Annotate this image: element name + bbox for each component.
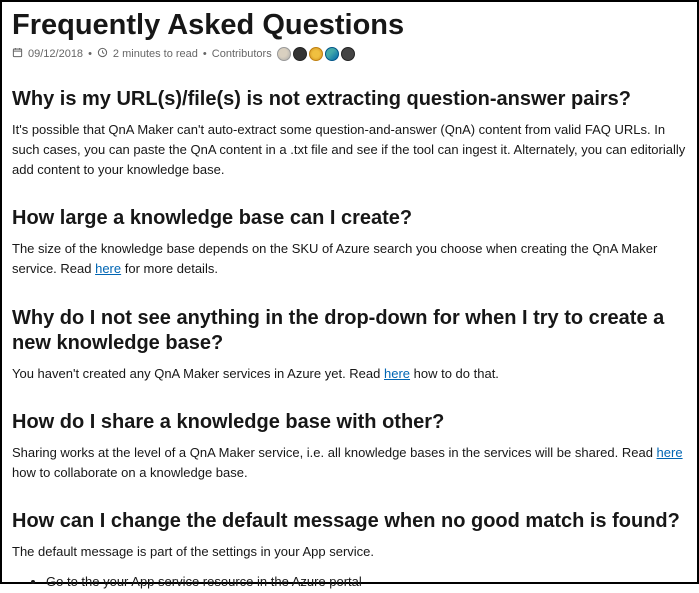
calendar-icon (12, 47, 23, 61)
faq-answer: Sharing works at the level of a QnA Make… (12, 443, 687, 483)
faq-question: Why is my URL(s)/file(s) is not extracti… (12, 87, 687, 112)
here-link[interactable]: here (95, 261, 121, 276)
avatar[interactable] (277, 47, 291, 61)
contributor-avatars (277, 47, 355, 61)
answer-text: You haven't created any QnA Maker servic… (12, 366, 384, 381)
list-item: Go to the your App service resource in t… (46, 572, 687, 593)
page-date: 09/12/2018 (28, 48, 83, 60)
separator: • (203, 48, 207, 60)
clock-icon (97, 47, 108, 61)
separator: • (88, 48, 92, 60)
avatar[interactable] (325, 47, 339, 61)
avatar[interactable] (341, 47, 355, 61)
answer-text: Sharing works at the level of a QnA Make… (12, 445, 657, 460)
faq-answer: The size of the knowledge base depends o… (12, 239, 687, 279)
faq-question: Why do I not see anything in the drop-do… (12, 306, 687, 356)
faq-answer: It's possible that QnA Maker can't auto-… (12, 120, 687, 180)
page-metadata: 09/12/2018 • 2 minutes to read • Contrib… (12, 47, 687, 61)
faq-answer: The default message is part of the setti… (12, 542, 687, 562)
faq-answer: You haven't created any QnA Maker servic… (12, 364, 687, 384)
read-time: 2 minutes to read (113, 48, 198, 60)
contributors-label: Contributors (212, 48, 272, 60)
here-link[interactable]: here (657, 445, 683, 460)
avatar[interactable] (309, 47, 323, 61)
answer-text: how to do that. (410, 366, 499, 381)
faq-question: How do I share a knowledge base with oth… (12, 410, 687, 435)
faq-question: How can I change the default message whe… (12, 509, 687, 534)
faq-question: How large a knowledge base can I create? (12, 206, 687, 231)
here-link[interactable]: here (384, 366, 410, 381)
avatar[interactable] (293, 47, 307, 61)
answer-text: how to collaborate on a knowledge base. (12, 465, 248, 480)
page-title: Frequently Asked Questions (12, 8, 687, 43)
answer-text: for more details. (121, 261, 218, 276)
faq-bullet-list: Go to the your App service resource in t… (12, 572, 687, 593)
